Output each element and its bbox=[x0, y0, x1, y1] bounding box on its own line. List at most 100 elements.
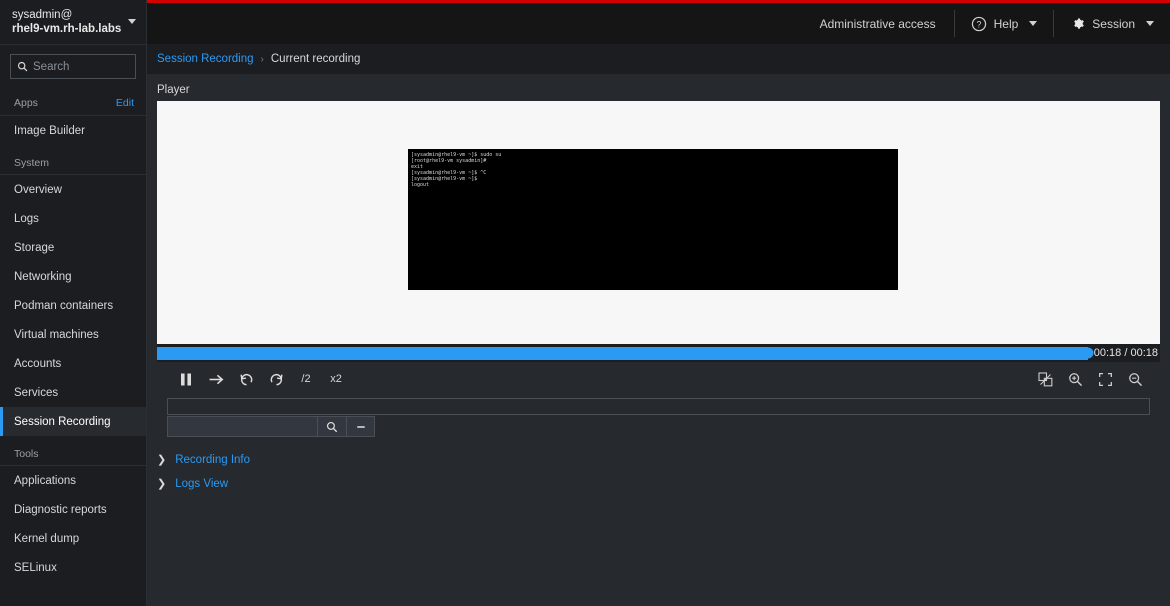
sidebar-item-selinux[interactable]: SELinux bbox=[0, 553, 146, 582]
sidebar-item-label: Session Recording bbox=[14, 416, 111, 428]
chevron-down-icon bbox=[1029, 21, 1037, 26]
zoom-out-button[interactable] bbox=[1120, 366, 1150, 392]
speed-increase-button[interactable]: x2 bbox=[321, 366, 351, 392]
administrative-access-label: Administrative access bbox=[802, 3, 954, 44]
search-box[interactable] bbox=[10, 54, 136, 79]
sidebar-item-label: Image Builder bbox=[14, 125, 85, 137]
skip-to-end-button[interactable] bbox=[201, 366, 231, 392]
logs-view-expander[interactable]: ❯ Logs View bbox=[147, 472, 1170, 496]
resize-icon bbox=[1038, 372, 1053, 387]
rewind-button[interactable] bbox=[231, 366, 261, 392]
session-label: Session bbox=[1092, 17, 1135, 31]
sidebar-item-accounts[interactable]: Accounts bbox=[0, 349, 146, 378]
sidebar-item-label: Virtual machines bbox=[14, 329, 99, 341]
zoom-in-icon bbox=[1068, 372, 1083, 387]
speed-increase-label: x2 bbox=[330, 373, 342, 385]
sidebar-item-label: Diagnostic reports bbox=[14, 504, 107, 516]
fullscreen-button[interactable] bbox=[1090, 366, 1120, 392]
sidebar-item-label: Networking bbox=[14, 271, 72, 283]
player-stage[interactable]: [sysadmin@rhel9-vm ~]$ sudo su [root@rhe… bbox=[157, 101, 1160, 344]
playback-progress-row: 00:18 / 00:18 bbox=[157, 344, 1160, 362]
sidebar-group-title-system: System bbox=[0, 145, 146, 174]
sidebar-search-wrap bbox=[0, 45, 146, 87]
edit-apps-link[interactable]: Edit bbox=[116, 97, 134, 109]
player-title: Player bbox=[147, 74, 1170, 101]
sidebar: sysadmin@ rhel9-vm.rh-lab.labs Apps Edit… bbox=[0, 0, 147, 606]
main-area: Administrative access ? Help Session bbox=[147, 0, 1170, 606]
player-card: [sysadmin@rhel9-vm ~]$ sudo su [root@rhe… bbox=[157, 101, 1160, 437]
session-menu[interactable]: Session bbox=[1054, 3, 1170, 44]
player-search-group bbox=[167, 416, 1150, 437]
fullscreen-icon bbox=[1098, 372, 1113, 387]
chevron-down-icon bbox=[128, 19, 136, 24]
sidebar-group-title: Apps bbox=[14, 97, 38, 109]
search-icon bbox=[326, 421, 338, 433]
fit-to-screen-button[interactable] bbox=[1030, 366, 1060, 392]
player-search-button[interactable] bbox=[317, 416, 346, 437]
chevron-right-icon: ❯ bbox=[157, 479, 166, 490]
sidebar-item-session-recording[interactable]: Session Recording bbox=[0, 407, 146, 436]
recording-info-expander[interactable]: ❯ Recording Info bbox=[147, 448, 1170, 472]
sidebar-item-overview[interactable]: Overview bbox=[0, 175, 146, 204]
help-label: Help bbox=[994, 17, 1019, 31]
sidebar-item-podman-containers[interactable]: Podman containers bbox=[0, 291, 146, 320]
sidebar-item-kernel-dump[interactable]: Kernel dump bbox=[0, 524, 146, 553]
zoom-out-icon bbox=[1128, 372, 1143, 387]
gear-icon bbox=[1070, 16, 1085, 31]
breadcrumb-current: Current recording bbox=[271, 53, 360, 65]
fast-forward-button[interactable] bbox=[261, 366, 291, 392]
search-input[interactable] bbox=[33, 61, 129, 73]
timeline-marker-bar[interactable] bbox=[167, 398, 1150, 415]
player-search-input[interactable] bbox=[167, 416, 317, 437]
playback-progress-handle[interactable] bbox=[1082, 348, 1093, 359]
player-controls-left: /2 x2 bbox=[171, 366, 351, 392]
sidebar-item-services[interactable]: Services bbox=[0, 378, 146, 407]
terminal-output: [sysadmin@rhel9-vm ~]$ sudo su [root@rhe… bbox=[408, 149, 898, 290]
recording-info-label: Recording Info bbox=[175, 454, 250, 466]
sidebar-item-image-builder[interactable]: Image Builder bbox=[0, 116, 146, 145]
logs-view-label: Logs View bbox=[175, 478, 228, 490]
breadcrumb-separator-icon: › bbox=[261, 54, 264, 65]
help-menu[interactable]: ? Help bbox=[955, 3, 1054, 44]
sidebar-item-logs[interactable]: Logs bbox=[0, 204, 146, 233]
sidebar-item-storage[interactable]: Storage bbox=[0, 233, 146, 262]
account-text: sysadmin@ rhel9-vm.rh-lab.labs bbox=[12, 8, 121, 37]
minus-icon bbox=[355, 421, 367, 433]
sidebar-item-label: Applications bbox=[14, 475, 76, 487]
speed-decrease-button[interactable]: /2 bbox=[291, 366, 321, 392]
sidebar-item-networking[interactable]: Networking bbox=[0, 262, 146, 291]
player-controls-right bbox=[1030, 366, 1150, 392]
sidebar-item-label: Podman containers bbox=[14, 300, 113, 312]
sidebar-group-header-apps: Apps Edit bbox=[0, 87, 146, 115]
redo-arrow-icon bbox=[269, 372, 284, 387]
pause-icon bbox=[180, 373, 192, 386]
playback-seek-bar[interactable] bbox=[157, 347, 1088, 360]
arrow-right-icon bbox=[209, 373, 224, 386]
player-search-clear-button[interactable] bbox=[346, 416, 375, 437]
undo-arrow-icon bbox=[239, 372, 254, 387]
breadcrumb-link-session-recording[interactable]: Session Recording bbox=[157, 53, 254, 65]
sidebar-item-label: Storage bbox=[14, 242, 54, 254]
sidebar-item-virtual-machines[interactable]: Virtual machines bbox=[0, 320, 146, 349]
terminal-text: [sysadmin@rhel9-vm ~]$ sudo su [root@rhe… bbox=[411, 153, 895, 188]
account-switcher[interactable]: sysadmin@ rhel9-vm.rh-lab.labs bbox=[0, 0, 146, 44]
playback-progress-fill bbox=[157, 347, 1088, 360]
breadcrumb: Session Recording › Current recording bbox=[147, 44, 1170, 74]
sidebar-item-label: Kernel dump bbox=[14, 533, 79, 545]
account-user: sysadmin@ bbox=[12, 8, 121, 22]
zoom-in-button[interactable] bbox=[1060, 366, 1090, 392]
playback-time-label: 00:18 / 00:18 bbox=[1088, 347, 1160, 359]
svg-text:?: ? bbox=[976, 19, 981, 29]
sidebar-item-diagnostic-reports[interactable]: Diagnostic reports bbox=[0, 495, 146, 524]
help-icon: ? bbox=[971, 16, 987, 32]
cockpit-app: sysadmin@ rhel9-vm.rh-lab.labs Apps Edit… bbox=[0, 0, 1170, 606]
chevron-down-icon bbox=[1146, 21, 1154, 26]
sidebar-item-label: Services bbox=[14, 387, 58, 399]
search-icon bbox=[17, 61, 28, 72]
sidebar-item-label: Accounts bbox=[14, 358, 61, 370]
content: Player [sysadmin@rhel9-vm ~]$ sudo su [r… bbox=[147, 74, 1170, 606]
pause-button[interactable] bbox=[171, 366, 201, 392]
sidebar-item-label: Overview bbox=[14, 184, 62, 196]
sidebar-item-applications[interactable]: Applications bbox=[0, 466, 146, 495]
topbar: Administrative access ? Help Session bbox=[147, 0, 1170, 44]
